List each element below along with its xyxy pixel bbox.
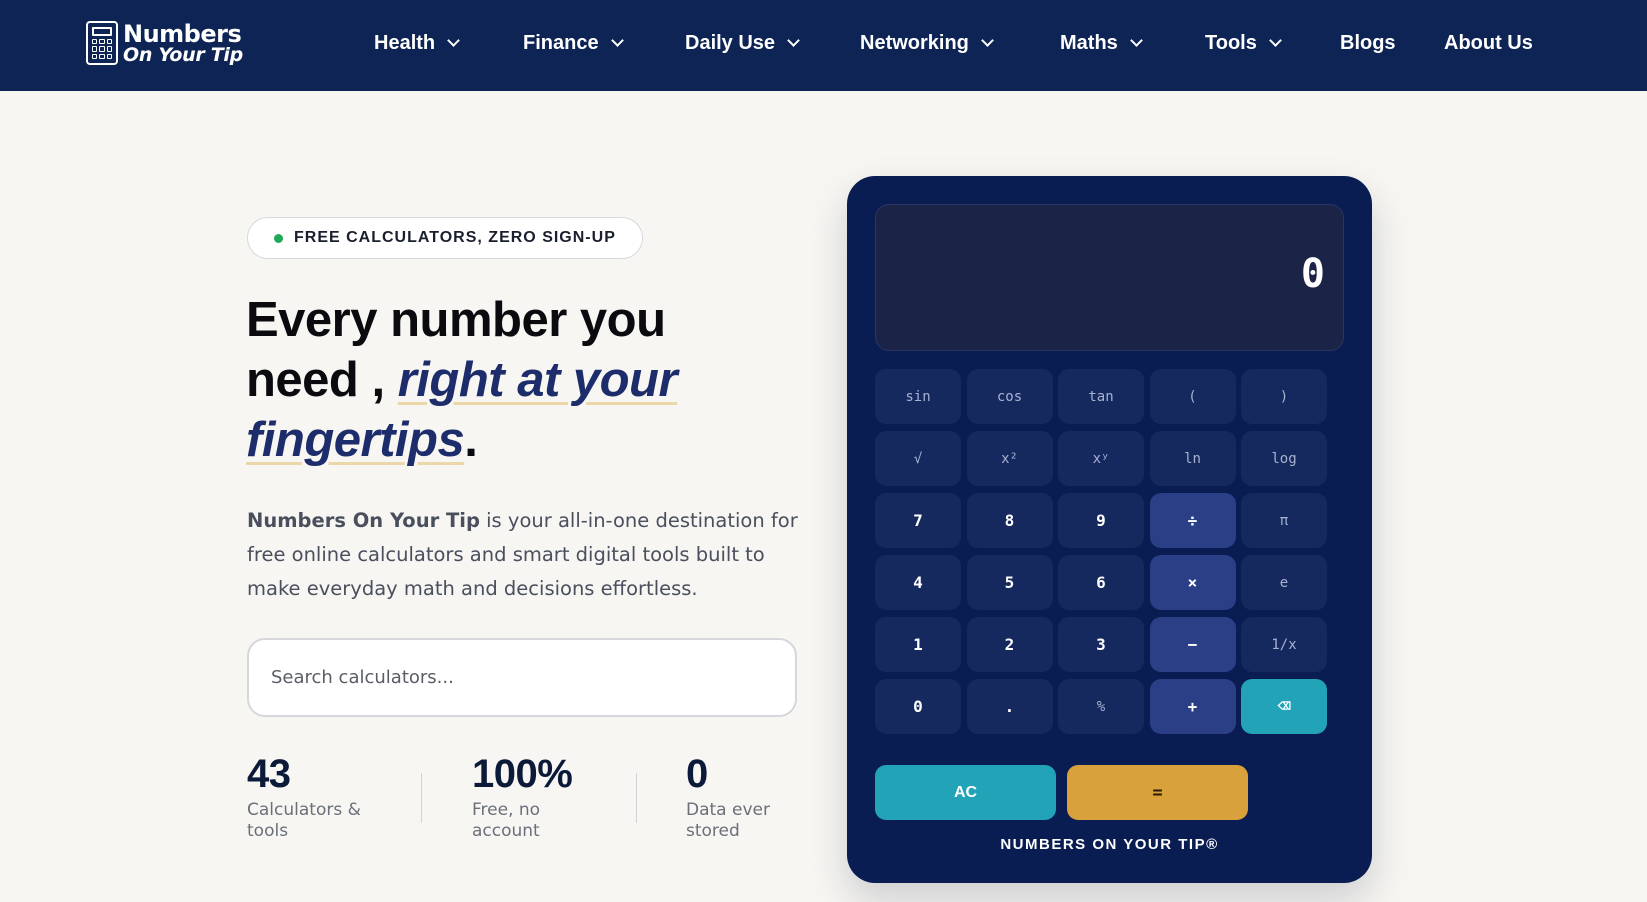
key-tan[interactable]: tan <box>1058 369 1144 424</box>
key-square[interactable]: x² <box>966 431 1053 486</box>
key-percent[interactable]: % <box>1058 679 1144 734</box>
calculator-brand: NUMBERS ON YOUR TIP® <box>1000 836 1219 853</box>
nav-networking[interactable]: Networking <box>860 30 994 56</box>
nav-label: Daily Use <box>685 31 776 54</box>
hero-badge: FREE CALCULATORS, ZERO SIGN-UP <box>247 217 643 259</box>
calculator-display: 0 <box>875 204 1344 351</box>
display-value: 0 <box>1300 251 1325 297</box>
hero-description: Numbers On Your Tip is your all-in-one d… <box>247 504 807 606</box>
key-9[interactable]: 9 <box>1058 493 1144 548</box>
nav-health[interactable]: Health <box>374 30 460 56</box>
key-log[interactable]: log <box>1241 431 1327 486</box>
chevron-down-icon <box>787 33 800 47</box>
chevron-down-icon <box>981 33 994 47</box>
key-divide[interactable]: ÷ <box>1149 493 1236 548</box>
key-reciprocal[interactable]: 1/x <box>1241 617 1327 672</box>
stat-data: 0 Data ever stored <box>686 752 781 842</box>
nav-label: Networking <box>860 31 969 54</box>
nav-daily-use[interactable]: Daily Use <box>685 30 800 56</box>
nav-label: About Us <box>1444 31 1533 54</box>
key-e[interactable]: e <box>1241 555 1327 610</box>
headline-highlight-2: fingertips <box>246 413 465 467</box>
key-plus[interactable]: + <box>1149 679 1236 734</box>
stat-value: 43 <box>247 752 291 796</box>
logo-line-1: Numbers <box>123 19 242 48</box>
key-1[interactable]: 1 <box>875 617 961 672</box>
search-input[interactable] <box>247 638 797 717</box>
key-open-paren[interactable]: ( <box>1149 369 1236 424</box>
key-multiply[interactable]: × <box>1149 555 1236 610</box>
key-backspace[interactable]: ⌫ <box>1241 679 1327 734</box>
key-8[interactable]: 8 <box>966 493 1053 548</box>
key-minus[interactable]: − <box>1149 617 1236 672</box>
nav-blogs[interactable]: Blogs <box>1340 30 1396 56</box>
hero-headline: Every number you need , right at your fin… <box>246 290 766 470</box>
nav-label: Tools <box>1205 31 1257 54</box>
key-0[interactable]: 0 <box>875 679 961 734</box>
nav-tools[interactable]: Tools <box>1205 30 1282 56</box>
calculator-widget: 0 sin cos tan() √ x² xʸ ln log 7 8 9 ÷ π 4 5 6 × e 1 2 3−1/x… <box>847 176 1372 883</box>
key-equals[interactable]: = <box>1067 765 1248 820</box>
headline-highlight-1: right at your <box>397 353 678 407</box>
key-all-clear[interactable]: AC <box>875 765 1056 820</box>
key-pi[interactable]: π <box>1241 493 1327 548</box>
key-sqrt[interactable]: √ <box>875 431 961 486</box>
key-5[interactable]: 5 <box>966 555 1053 610</box>
calculator-logo-icon <box>86 21 118 65</box>
key-power[interactable]: xʸ <box>1058 431 1144 486</box>
chevron-down-icon <box>610 33 624 47</box>
key-cos[interactable]: cos <box>966 369 1053 424</box>
chevron-down-icon <box>1129 33 1143 47</box>
key-4[interactable]: 4 <box>875 555 961 610</box>
status-dot-icon <box>274 233 283 243</box>
nav-label: Maths <box>1060 31 1118 54</box>
stat-label: Data ever stored <box>686 800 770 841</box>
logo-text: Numbers On Your Tip <box>123 22 243 65</box>
key-ln[interactable]: ln <box>1149 431 1236 486</box>
key-7[interactable]: 7 <box>875 493 961 548</box>
key-3[interactable]: 3 <box>1058 617 1144 672</box>
nav-finance[interactable]: Finance <box>523 30 624 56</box>
stat-free: 100% Free, no account <box>472 752 573 842</box>
key-decimal[interactable]: . <box>966 679 1053 734</box>
stat-value: 100% <box>472 752 573 796</box>
stat-label: Calculators & tools <box>247 800 361 841</box>
headline-end: . <box>464 413 478 467</box>
stat-divider <box>421 773 422 823</box>
chevron-down-icon <box>1268 33 1282 47</box>
badge-text: FREE CALCULATORS, ZERO SIGN-UP <box>294 229 616 246</box>
description-brand: Numbers On Your Tip <box>247 509 480 532</box>
nav-maths[interactable]: Maths <box>1060 30 1143 56</box>
key-sin[interactable]: sin <box>875 369 961 424</box>
site-header: Numbers On Your Tip Health Finance Daily… <box>0 0 1647 91</box>
logo-line-2: On Your Tip <box>123 43 243 66</box>
nav-label: Health <box>374 31 436 54</box>
key-close-paren[interactable]: ) <box>1241 369 1327 424</box>
nav-about-us[interactable]: About Us <box>1444 30 1533 56</box>
chevron-down-icon <box>447 33 460 47</box>
stat-label: Free, no account <box>472 800 541 841</box>
key-6[interactable]: 6 <box>1058 555 1144 610</box>
nav-label: Blogs <box>1340 31 1396 54</box>
nav-label: Finance <box>523 31 599 54</box>
site-logo[interactable]: Numbers On Your Tip <box>86 20 243 66</box>
stat-value: 0 <box>686 752 708 796</box>
stat-calculators: 43 Calculators & tools <box>247 752 372 842</box>
stat-divider <box>636 773 637 823</box>
key-2[interactable]: 2 <box>966 617 1053 672</box>
